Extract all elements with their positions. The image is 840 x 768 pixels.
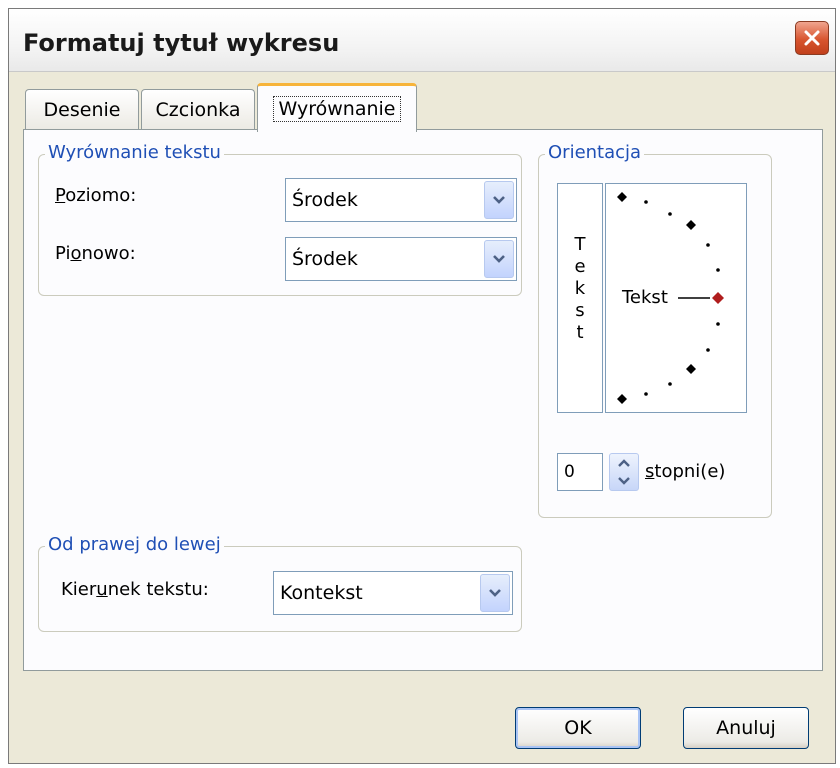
tab-wyrownanie[interactable]: Wyrównanie	[257, 83, 417, 132]
arrow-up-icon	[618, 459, 630, 467]
dial-pointer-icon[interactable]	[711, 291, 725, 305]
tab-label: Desenie	[43, 98, 121, 121]
chevron-down-icon	[493, 255, 505, 263]
horizontal-select[interactable]: Środek	[285, 178, 517, 222]
tab-label: Czcionka	[155, 98, 241, 121]
rtl-group: Od prawej do lewej Kierunek tekstu: Kont…	[38, 534, 522, 632]
title-bar[interactable]: Formatuj tytuł wykresu	[9, 9, 835, 72]
degrees-spinner[interactable]	[609, 453, 639, 491]
letter: k	[574, 278, 586, 299]
letter: t	[576, 322, 584, 343]
orientation-dial[interactable]: Tekst	[605, 183, 747, 413]
text-alignment-group: Wyrównanie tekstu Poziomo: Środek Pionow…	[38, 142, 522, 296]
dropdown-button[interactable]	[484, 240, 514, 278]
direction-select[interactable]: Kontekst	[273, 571, 513, 615]
degrees-input[interactable]: 0	[557, 453, 603, 491]
spin-up-button[interactable]	[610, 454, 638, 472]
vertical-select[interactable]: Środek	[285, 237, 517, 281]
spin-down-button[interactable]	[610, 472, 638, 490]
degrees-value: 0	[564, 462, 575, 482]
ok-button[interactable]: OK	[515, 707, 641, 749]
tab-panel: Wyrównanie tekstu Poziomo: Środek Pionow…	[23, 129, 823, 671]
vertical-text-option[interactable]: T e k s t	[557, 183, 603, 413]
letter: e	[574, 256, 586, 277]
arrow-down-icon	[618, 477, 630, 485]
vertical-select-value: Środek	[292, 248, 358, 270]
orientation-group: Orientacja T e k s t Tekst 0 stopni(e)	[538, 142, 772, 518]
group-legend: Orientacja	[545, 142, 645, 163]
horizontal-label: Poziomo:	[55, 185, 137, 206]
group-legend: Wyrównanie tekstu	[45, 142, 224, 163]
group-legend: Od prawej do lewej	[45, 534, 224, 555]
close-button[interactable]	[795, 21, 829, 55]
vertical-label: Pionowo:	[55, 243, 136, 264]
tab-czcionka[interactable]: Czcionka	[141, 89, 255, 129]
dial-text: Tekst	[622, 287, 668, 308]
letter: T	[574, 234, 586, 255]
direction-label: Kierunek tekstu:	[61, 579, 209, 600]
close-x-icon	[804, 30, 820, 46]
tab-desenie[interactable]: Desenie	[25, 89, 139, 129]
horizontal-select-value: Środek	[292, 189, 358, 211]
window-title: Formatuj tytuł wykresu	[23, 29, 340, 57]
degrees-label: stopni(e)	[645, 461, 726, 482]
format-title-dialog: Formatuj tytuł wykresu Desenie Czcionka …	[8, 8, 836, 764]
dropdown-button[interactable]	[484, 181, 514, 219]
cancel-button[interactable]: Anuluj	[683, 707, 809, 749]
chevron-down-icon	[493, 196, 505, 204]
dropdown-button[interactable]	[480, 574, 510, 612]
direction-select-value: Kontekst	[280, 582, 363, 604]
vertical-text-letters: T e k s t	[570, 234, 590, 344]
chevron-down-icon	[489, 589, 501, 597]
tab-label: Wyrównanie	[272, 96, 402, 122]
letter: s	[575, 300, 585, 321]
